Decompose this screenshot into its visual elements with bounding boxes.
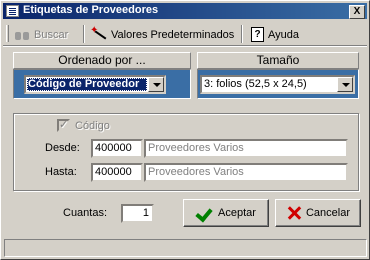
dialog-window: Etiquetas de Proveedores X Buscar Valore… (0, 0, 370, 260)
toolbar: Buscar Valores Predeterminados ? Ayuda (3, 22, 367, 46)
title-bar[interactable]: Etiquetas de Proveedores X (3, 3, 367, 19)
buscar-label: Buscar (34, 28, 69, 41)
close-button[interactable]: X (349, 5, 365, 19)
magic-wand-icon (90, 25, 107, 42)
ordenado-header: Ordenado por ... (13, 52, 191, 69)
tamano-select[interactable]: 3: folios (52,5 x 24,5) (200, 75, 355, 94)
tamano-header: Tamaño (197, 52, 359, 69)
ayuda-label: Ayuda (268, 28, 299, 41)
buscar-button[interactable]: Buscar (15, 25, 68, 44)
codigo-checkbox[interactable] (57, 118, 70, 132)
toolbar-separator (241, 25, 243, 43)
desde-name-field: Proveedores Varios (144, 139, 348, 158)
hasta-name-field: Proveedores Varios (144, 163, 348, 182)
cuantas-input[interactable]: 1 (121, 204, 154, 223)
ordenado-dropdown-arrow[interactable] (148, 77, 164, 92)
desde-label: Desde: (45, 142, 80, 154)
valores-label: Valores Predeterminados (111, 28, 235, 41)
cuantas-label: Cuantas: (63, 207, 108, 219)
help-book-icon: ? (251, 27, 264, 42)
red-x-icon (286, 205, 302, 221)
desde-code-input[interactable]: 400000 (91, 139, 143, 158)
hasta-label: Hasta: (45, 166, 77, 178)
ayuda-button[interactable]: ? Ayuda (251, 25, 299, 44)
ordenado-selected: Código de Proveedor (27, 78, 147, 91)
binoculars-icon (15, 29, 30, 41)
cancelar-button[interactable]: Cancelar (275, 199, 361, 227)
toolbar-grip[interactable] (6, 25, 9, 42)
codigo-checkbox-wrap[interactable]: Código (57, 118, 110, 132)
tamano-selected: 3: folios (52,5 x 24,5) (203, 78, 336, 91)
toolbar-separator (83, 25, 85, 43)
cancelar-label: Cancelar (305, 207, 351, 219)
window-title: Etiquetas de Proveedores (23, 4, 159, 16)
aceptar-button[interactable]: Aceptar (183, 199, 269, 227)
codigo-checkbox-label: Código (75, 119, 110, 132)
ordenado-select[interactable]: Código de Proveedor (24, 75, 166, 94)
hasta-code-input[interactable]: 400000 (91, 163, 143, 182)
aceptar-label: Aceptar (218, 207, 256, 219)
document-list-icon (6, 5, 19, 17)
green-check-icon (196, 205, 214, 221)
valores-predeterminados-button[interactable]: Valores Predeterminados (90, 25, 235, 44)
status-bar (4, 239, 367, 257)
tamano-dropdown-arrow[interactable] (337, 77, 353, 92)
